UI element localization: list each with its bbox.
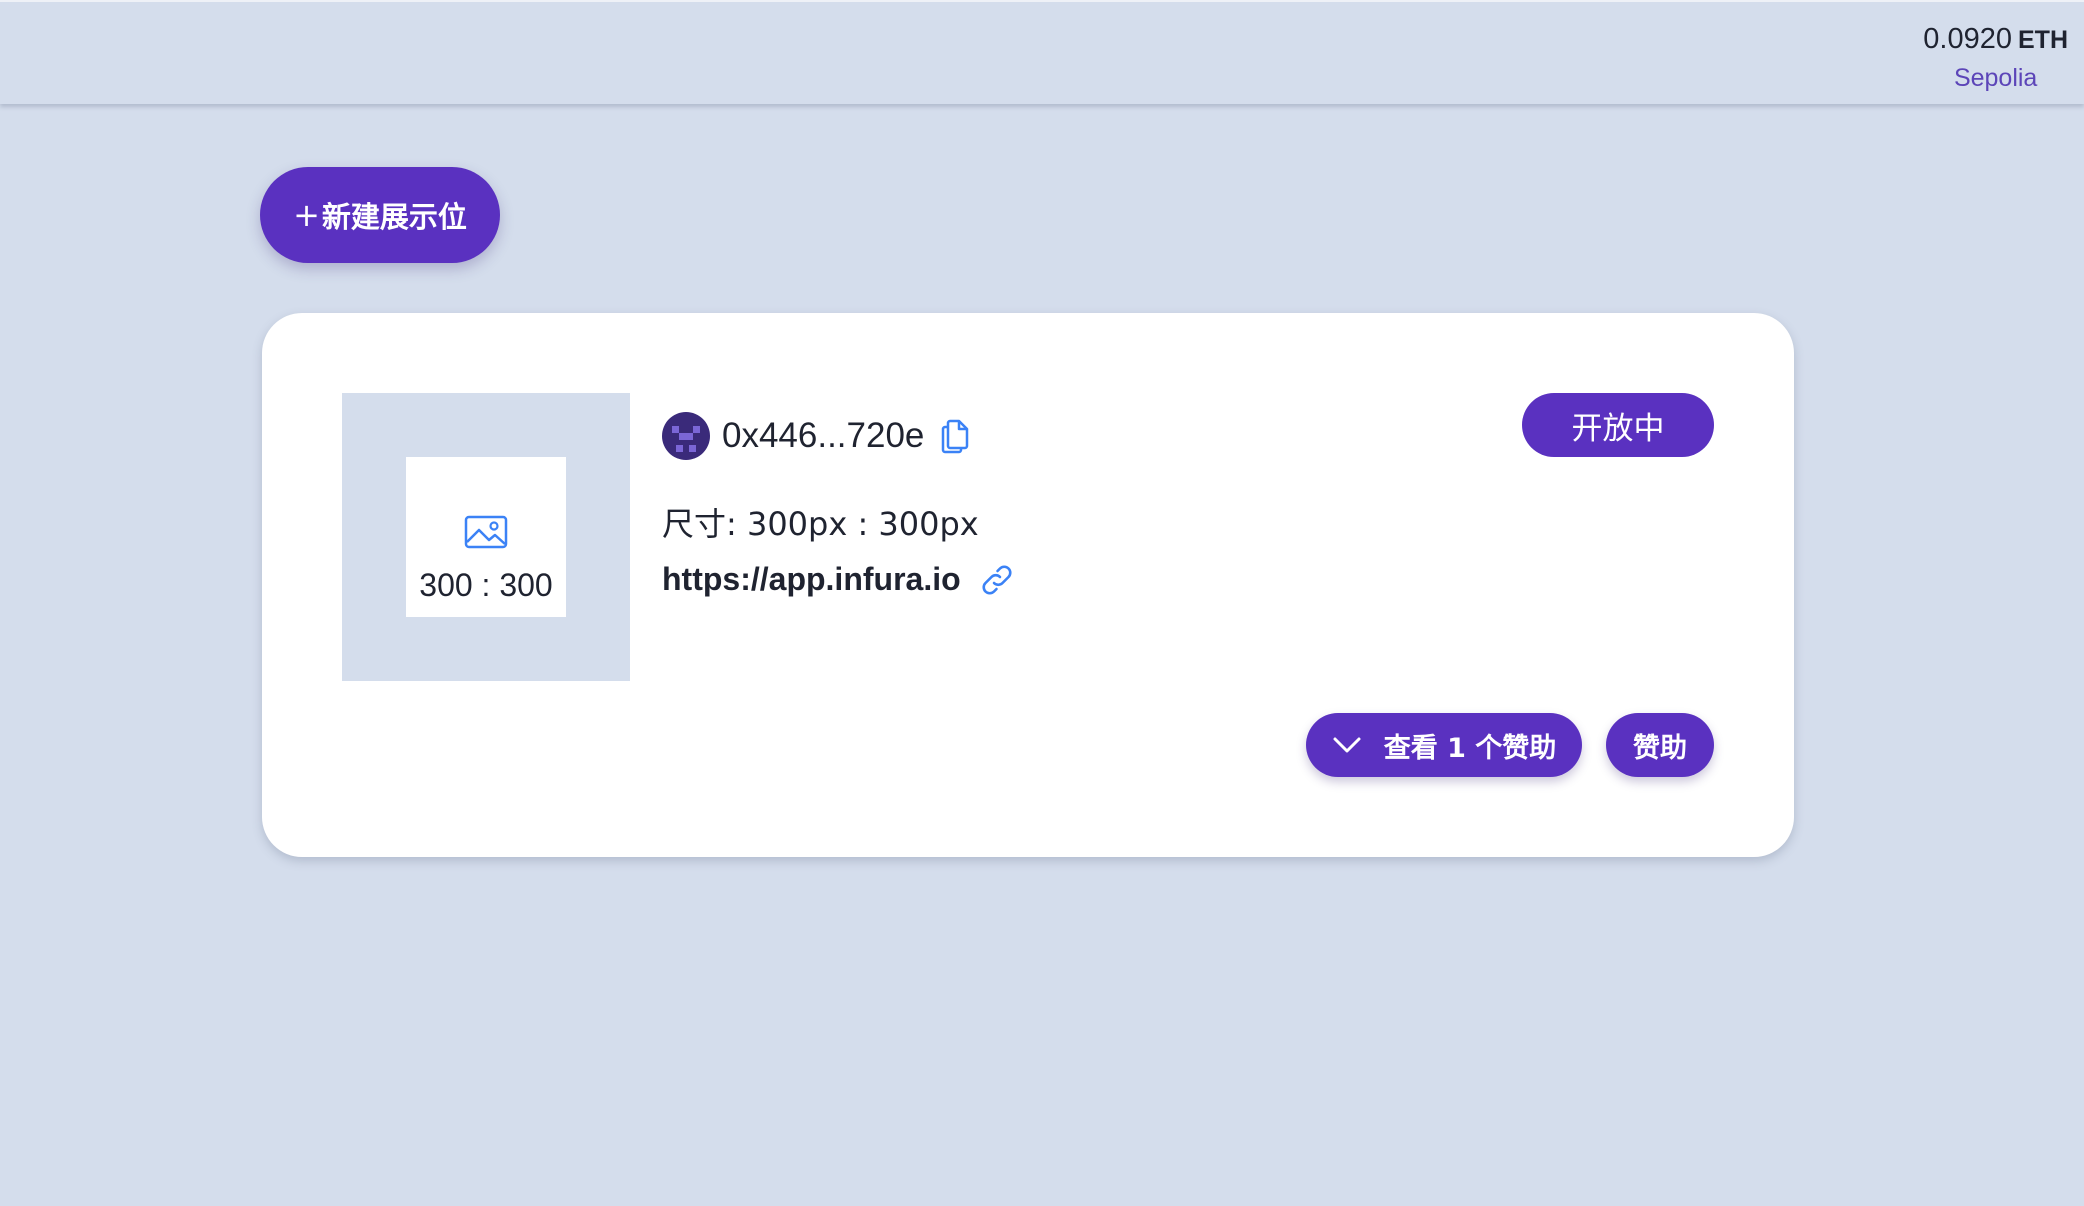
owner-address: 0x446...720e [722, 416, 925, 455]
new-slot-button[interactable]: + 新建展示位 [260, 167, 500, 263]
top-bar: 0.0920 ETH Sepolia [0, 0, 2084, 104]
slot-url[interactable]: https://app.infura.io [662, 561, 961, 598]
chevron-down-icon [1333, 737, 1361, 753]
preview-ratio: 300 : 300 [419, 567, 553, 603]
wallet-info[interactable]: 0.0920 ETH Sepolia [1923, 22, 2068, 95]
view-sponsors-label: 查看 1 个赞助 [1383, 732, 1557, 764]
slot-size: 尺寸: 300px : 300px [662, 505, 979, 543]
link-icon[interactable] [979, 562, 1015, 598]
plus-icon: + [293, 196, 320, 234]
sponsor-button[interactable]: 赞助 [1606, 713, 1714, 777]
wallet-balance: 0.0920 [1923, 23, 2012, 55]
image-icon [464, 515, 508, 549]
slot-preview-placeholder: 300 : 300 [406, 457, 566, 617]
new-slot-label: 新建展示位 [321, 200, 467, 234]
owner-row: 0x446...720e [662, 411, 970, 461]
slot-link-row: https://app.infura.io [662, 561, 1015, 598]
copy-icon[interactable] [940, 418, 970, 454]
network-name: Sepolia [1953, 64, 2038, 92]
slot-card: 300 : 300 0x446...720e 尺寸: 300px : 300px… [262, 313, 1794, 857]
status-badge: 开放中 [1522, 393, 1714, 457]
avatar [662, 412, 710, 460]
wallet-currency: ETH [2018, 26, 2068, 54]
slot-preview: 300 : 300 [342, 393, 630, 681]
view-sponsors-button[interactable]: 查看 1 个赞助 [1306, 713, 1582, 777]
